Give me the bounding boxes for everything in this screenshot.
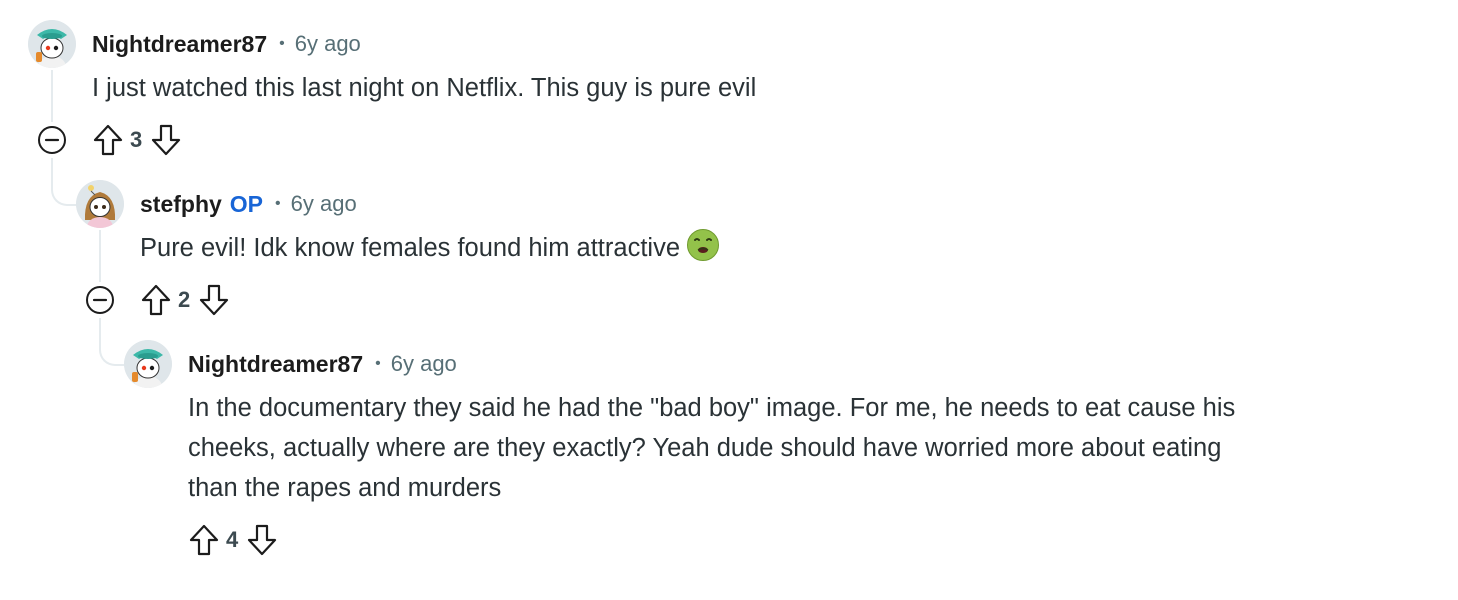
comment-timestamp[interactable]: 6y ago bbox=[295, 31, 361, 57]
comment-body-line: I just watched this last night on Netfli… bbox=[92, 74, 757, 102]
comment-meta: stefphy OP • 6y ago bbox=[140, 188, 357, 220]
upvote-arrow-icon bbox=[141, 284, 171, 316]
comment-author[interactable]: Nightdreamer87 bbox=[188, 351, 363, 378]
op-badge: OP bbox=[229, 190, 264, 217]
upvote-arrow-icon bbox=[189, 524, 219, 556]
comment-body: In the documentary they said he had the … bbox=[188, 388, 1235, 508]
downvote-arrow-icon bbox=[152, 124, 181, 156]
thread-line-level-2 bbox=[99, 230, 101, 282]
downvote-button[interactable] bbox=[198, 283, 230, 317]
comment-body: I just watched this last night on Netfli… bbox=[92, 68, 756, 108]
upvote-button[interactable] bbox=[92, 123, 124, 157]
downvote-button[interactable] bbox=[150, 123, 182, 157]
comment-author[interactable]: Nightdreamer87 bbox=[92, 31, 267, 58]
comment-body-line: Pure evil! Idk know females found him at… bbox=[140, 228, 720, 274]
comment-timestamp[interactable]: 6y ago bbox=[391, 351, 457, 377]
comment-meta: Nightdreamer87 • 6y ago bbox=[188, 348, 457, 380]
thread-line-level-1 bbox=[51, 70, 53, 122]
snoo-avatar-teal-hat-icon bbox=[124, 340, 172, 388]
comment-body-line: than the rapes and murders bbox=[188, 474, 502, 502]
nauseated-face-emoji bbox=[686, 228, 720, 274]
avatar-nightdreamer87[interactable] bbox=[28, 20, 76, 68]
snoo-avatar-brown-hair-icon bbox=[76, 180, 124, 228]
snoo-avatar-teal-hat-icon bbox=[28, 20, 76, 68]
avatar-stefphy[interactable] bbox=[76, 180, 124, 228]
comment-timestamp[interactable]: 6y ago bbox=[291, 191, 357, 217]
comment-author[interactable]: stefphy bbox=[140, 191, 222, 218]
separator-dot: • bbox=[375, 355, 381, 372]
upvote-button[interactable] bbox=[188, 523, 220, 557]
vote-score: 4 bbox=[226, 527, 239, 552]
separator-dot: • bbox=[275, 195, 281, 212]
separator-dot: • bbox=[279, 35, 285, 52]
comment-meta: Nightdreamer87 • 6y ago bbox=[92, 28, 361, 60]
thread-connector-reply-2 bbox=[99, 318, 127, 366]
comment-actions: 2 bbox=[140, 280, 230, 320]
collapse-minus-icon bbox=[86, 286, 114, 314]
avatar-nightdreamer87[interactable] bbox=[124, 340, 172, 388]
comment-actions: 3 bbox=[92, 120, 182, 160]
collapse-minus-icon bbox=[38, 126, 66, 154]
comment-body-text: Pure evil! Idk know females found him at… bbox=[140, 234, 680, 262]
comment-body: Pure evil! Idk know females found him at… bbox=[140, 228, 720, 274]
downvote-button[interactable] bbox=[246, 523, 278, 557]
vote-score: 3 bbox=[130, 127, 143, 152]
thread-connector-reply-1 bbox=[51, 158, 79, 206]
collapse-thread-button[interactable] bbox=[84, 284, 116, 316]
downvote-arrow-icon bbox=[200, 284, 229, 316]
downvote-arrow-icon bbox=[248, 524, 277, 556]
upvote-button[interactable] bbox=[140, 283, 172, 317]
comment-body-line: cheeks, actually where are they exactly?… bbox=[188, 434, 1222, 462]
vote-score: 2 bbox=[178, 287, 191, 312]
comment-body-line: In the documentary they said he had the … bbox=[188, 394, 1236, 422]
collapse-thread-button[interactable] bbox=[36, 124, 68, 156]
upvote-arrow-icon bbox=[93, 124, 123, 156]
comment-actions: 4 bbox=[188, 520, 278, 560]
